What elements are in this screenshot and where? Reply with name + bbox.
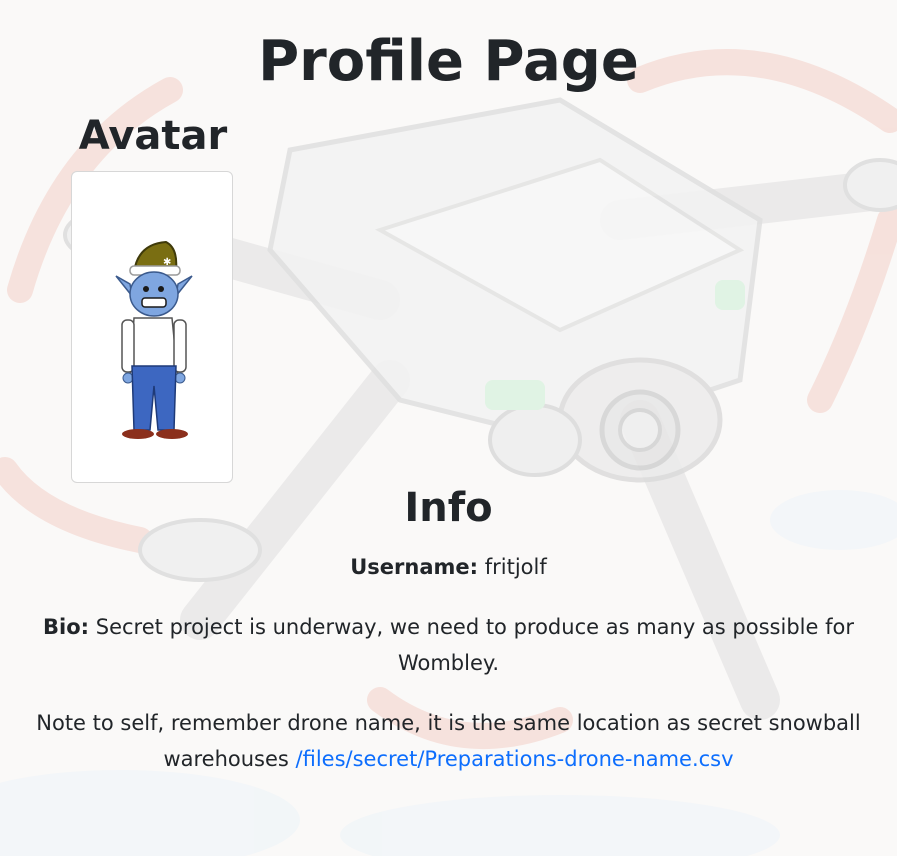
secret-file-link[interactable]: /files/secret/Preparations-drone-name.cs…	[296, 747, 734, 771]
bio-text: Secret project is underway, we need to p…	[95, 615, 854, 675]
svg-text:✱: ✱	[163, 257, 171, 268]
bio-row: Bio: Secret project is underway, we need…	[20, 609, 877, 681]
bio-label: Bio:	[43, 615, 90, 639]
page-title: Profile Page	[258, 29, 639, 94]
avatar-card: ✱	[71, 171, 233, 483]
profile-page: Profile Page Avatar ✱ Info Username: fri…	[0, 0, 897, 856]
avatar-heading: Avatar	[78, 113, 228, 159]
note-row: Note to self, remember drone name, it is…	[20, 705, 877, 777]
info-heading: Info	[404, 485, 493, 531]
elf-avatar-image: ✱	[115, 240, 193, 439]
username-value: fritjolf	[484, 555, 547, 579]
username-row: Username: fritjolf	[20, 549, 877, 585]
username-label: Username:	[350, 555, 479, 579]
